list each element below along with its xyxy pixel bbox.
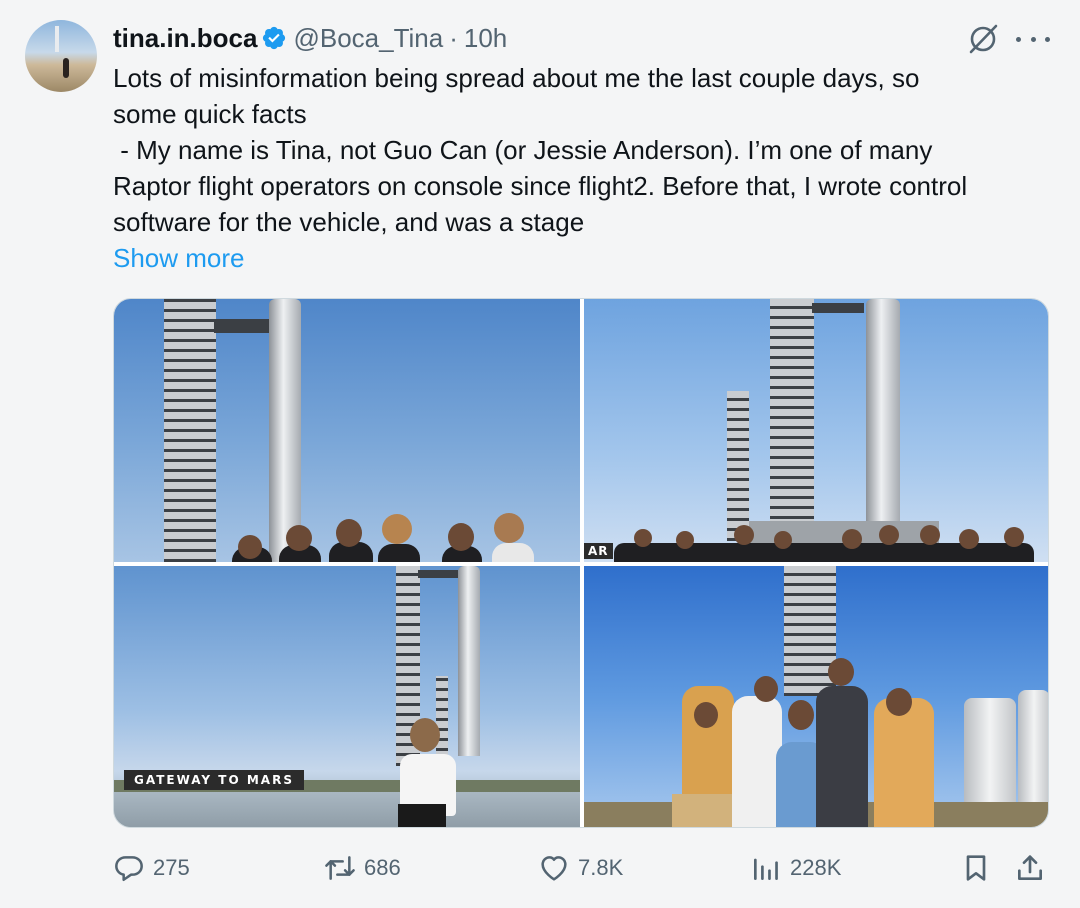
photo-sign: AR xyxy=(584,543,613,559)
views-button[interactable]: 228K xyxy=(750,846,841,890)
person-head xyxy=(828,658,854,686)
person-pants xyxy=(672,794,736,827)
person-head xyxy=(959,529,979,549)
more-dot xyxy=(1016,36,1021,42)
person-head xyxy=(676,531,694,549)
person-head xyxy=(238,535,262,559)
launch-tower xyxy=(436,676,448,761)
photo-4[interactable] xyxy=(584,566,1048,827)
more-dot xyxy=(1030,36,1036,42)
show-more-link[interactable]: Show more xyxy=(113,240,1058,276)
repost-button[interactable]: 686 xyxy=(324,846,401,890)
grok-icon[interactable] xyxy=(966,22,1000,56)
tweet-timestamp[interactable]: 10h xyxy=(464,23,507,54)
person-head xyxy=(410,718,440,752)
avatar[interactable] xyxy=(25,20,97,92)
action-bar: 275 686 7.8K 228K xyxy=(0,846,1080,890)
tweet-line: Raptor flight operators on console since… xyxy=(113,171,968,201)
media-grid: AR GATEWAY TO MARS xyxy=(113,298,1049,828)
photo-2[interactable]: AR xyxy=(584,299,1048,562)
repost-icon xyxy=(325,856,355,880)
repost-count: 686 xyxy=(364,855,401,880)
person-head xyxy=(1004,527,1024,547)
author-handle[interactable]: @Boca_Tina xyxy=(293,23,443,54)
rocket xyxy=(458,566,480,756)
reply-button[interactable]: 275 xyxy=(113,846,190,890)
view-count: 228K xyxy=(790,855,842,880)
person-head xyxy=(494,513,524,543)
person-head xyxy=(754,676,778,702)
share-icon xyxy=(1018,855,1042,880)
photo-1[interactable] xyxy=(114,299,580,562)
launch-tower xyxy=(727,391,749,541)
person-head xyxy=(842,529,862,549)
person-head xyxy=(879,525,899,545)
person-head xyxy=(634,529,652,547)
share-button[interactable] xyxy=(1014,846,1046,890)
person-shirt xyxy=(874,698,934,827)
launch-tower xyxy=(770,299,814,529)
person-head xyxy=(336,519,362,547)
rocket xyxy=(269,299,301,562)
tweet-line: some quick facts xyxy=(113,99,307,129)
person-head xyxy=(448,523,474,551)
like-count: 7.8K xyxy=(578,855,624,880)
person-head xyxy=(734,525,754,545)
views-icon xyxy=(754,858,778,880)
more-dot xyxy=(1045,36,1050,42)
more-icon[interactable] xyxy=(1016,24,1050,54)
person-head xyxy=(920,525,940,545)
verified-badge-icon[interactable] xyxy=(261,25,287,51)
like-icon xyxy=(541,856,567,881)
reply-icon xyxy=(115,856,143,881)
gateway-sign: GATEWAY TO MARS xyxy=(124,770,304,790)
person-head xyxy=(788,700,814,730)
rocket xyxy=(866,299,900,521)
like-button[interactable]: 7.8K xyxy=(538,846,623,890)
person-shirt xyxy=(732,696,782,827)
author-display-name[interactable]: tina.in.boca xyxy=(113,23,257,54)
bookmark-icon xyxy=(966,855,986,881)
tweet-line: software for the vehicle, and was a stag… xyxy=(113,207,585,237)
tower-arm xyxy=(812,303,864,313)
person-pants xyxy=(398,804,446,827)
bookmark-button[interactable] xyxy=(960,846,992,890)
separator-dot: · xyxy=(449,22,458,53)
person-head xyxy=(694,702,718,728)
person xyxy=(492,543,534,562)
person-shirt xyxy=(816,686,868,827)
person-head xyxy=(286,525,312,551)
launch-tower xyxy=(164,299,216,562)
water xyxy=(114,792,580,827)
tweet-text: Lots of misinformation being spread abou… xyxy=(113,60,1058,276)
tweet-line: - My name is Tina, not Guo Can (or Jessi… xyxy=(113,135,933,165)
tweet-header: tina.in.boca @Boca_Tina · 10h xyxy=(113,20,507,56)
person xyxy=(378,544,420,562)
avatar-person xyxy=(63,58,69,78)
avatar-tower xyxy=(55,26,59,52)
tower-arm xyxy=(214,319,274,333)
tweet-line: Lots of misinformation being spread abou… xyxy=(113,63,920,93)
reply-count: 275 xyxy=(153,855,190,880)
tower-arm xyxy=(418,570,458,578)
person-head xyxy=(774,531,792,549)
person-head xyxy=(886,688,912,716)
person-head xyxy=(382,514,412,544)
photo-3[interactable]: GATEWAY TO MARS xyxy=(114,566,580,827)
